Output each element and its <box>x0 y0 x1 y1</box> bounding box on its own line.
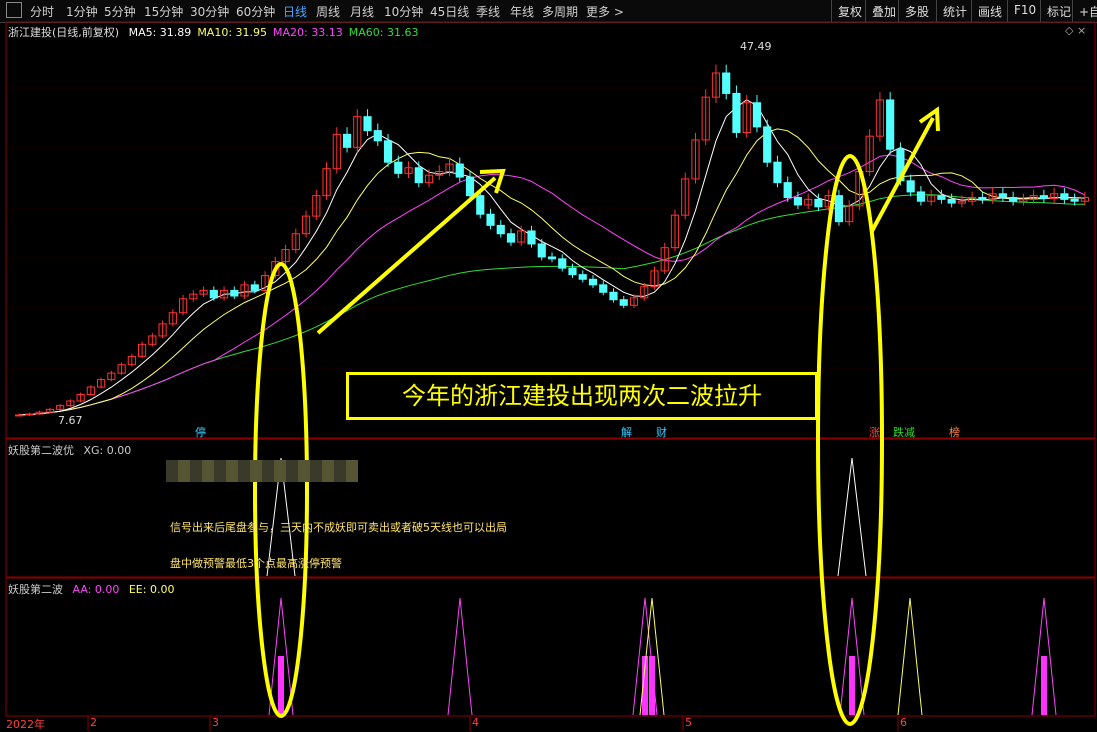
indicator1-xg: XG: 0.00 <box>83 444 132 457</box>
candle-body <box>886 99 895 150</box>
candle-body <box>599 284 608 293</box>
candle-body <box>558 258 567 269</box>
candle-body <box>15 414 24 417</box>
aa-signal <box>897 597 923 716</box>
candle-body <box>414 167 423 184</box>
indicator2-title[interactable]: 妖股第二波 <box>8 583 63 596</box>
event-marker[interactable]: 停 <box>195 424 206 440</box>
candle-body <box>609 291 618 301</box>
candle-body <box>230 289 239 297</box>
candle-body <box>342 133 352 148</box>
candle-body <box>783 182 792 199</box>
candle-body <box>537 243 546 258</box>
x-axis-year: 2022年 <box>6 718 45 731</box>
aa-bar <box>649 656 655 715</box>
candle-body <box>619 299 628 306</box>
x-axis-month: 6 <box>900 716 907 729</box>
indicator2-header: 妖股第二波 AA: 0.00 EE: 0.00 <box>8 581 174 597</box>
ma-legend: MA5: 31.89 MA10: 31.95 MA20: 33.13 MA60: 31… <box>129 26 425 39</box>
indicator2-panel-border <box>5 577 1096 717</box>
ma-legend-item: MA60: 31.63 <box>348 26 419 39</box>
indicator2-ee: EE: 0.00 <box>128 583 175 596</box>
blurred-watermark <box>166 460 358 482</box>
x-axis-month: 5 <box>685 716 692 729</box>
candle-body <box>1060 193 1069 200</box>
candle-body <box>588 278 598 286</box>
settings-icon[interactable]: ◇ × <box>1065 24 1086 37</box>
candle-body <box>394 161 403 174</box>
candle-body <box>455 163 464 178</box>
indicator1-title[interactable]: 妖股第二波优 <box>8 444 74 457</box>
candle-body <box>250 284 259 291</box>
x-axis-month: 4 <box>472 716 479 729</box>
candle-body <box>947 198 956 204</box>
kline-chart <box>5 21 1096 731</box>
aa-signal <box>447 597 473 716</box>
indicator2-aa: AA: 0.00 <box>72 583 120 596</box>
indicator1-note1: 信号出来后尾盘参与，三天内不成妖即可卖出或者破5天线也可以出局 <box>170 521 507 534</box>
x-axis-month: 2 <box>90 716 97 729</box>
highlight-ellipse-1 <box>253 262 309 718</box>
highlight-ellipse-2 <box>816 154 884 726</box>
candle-body <box>722 72 731 94</box>
main-legend: 浙江建投(日线,前复权) MA5: 31.89 MA10: 31.95 MA20: … <box>8 24 430 40</box>
event-marker[interactable]: 榜 <box>949 424 960 440</box>
xg-signal <box>837 457 867 577</box>
candle-body <box>496 224 505 235</box>
candle-body <box>209 289 218 299</box>
event-marker[interactable]: 财 <box>656 424 667 440</box>
aa-bar <box>278 656 284 715</box>
candle-body <box>1039 195 1048 199</box>
candle-body <box>1009 197 1018 202</box>
candle-body <box>373 130 382 142</box>
candle-body <box>506 233 516 243</box>
candle-body <box>916 191 926 202</box>
candle-body <box>547 256 557 260</box>
event-marker[interactable]: 跌减 <box>893 424 915 440</box>
candle-body <box>476 195 485 215</box>
stock-title: 浙江建投(日线,前复权) <box>8 26 120 39</box>
candle-body <box>363 116 372 132</box>
candle-body <box>978 197 987 200</box>
candle-body <box>732 92 741 133</box>
aa-bar <box>849 656 855 715</box>
high-price-label: 47.49 <box>740 40 772 53</box>
candle-body <box>527 230 536 245</box>
candle-body <box>578 274 587 280</box>
callout-box: 今年的浙江建投出现两次二波拉升 <box>346 372 818 420</box>
indicator1-header: 妖股第二波优 XG: 0.00 <box>8 442 131 458</box>
candle-body <box>568 267 577 276</box>
event-marker[interactable]: 涨 <box>869 424 880 440</box>
candle-body <box>998 193 1007 199</box>
aa-bar <box>1041 656 1047 715</box>
candle-body <box>834 195 844 223</box>
ma-legend-item: MA10: 31.95 <box>197 26 268 39</box>
ma-legend-item: MA20: 33.13 <box>273 26 343 39</box>
x-axis-month: 3 <box>212 716 219 729</box>
candle-body <box>465 176 475 197</box>
candle-body <box>814 198 823 208</box>
low-price-label: 7.67 <box>58 414 83 427</box>
candle-body <box>763 126 772 163</box>
candle-body <box>25 413 34 416</box>
arrow-2-shaft <box>870 117 935 232</box>
ma-legend-item: MA5: 31.89 <box>128 26 192 39</box>
candle-body <box>937 195 946 200</box>
candle-body <box>773 161 782 184</box>
candle-body <box>793 197 803 206</box>
candle-body <box>906 180 915 193</box>
arrow-1-shaft <box>316 176 497 335</box>
candle-body <box>752 102 762 128</box>
indicator1-note2: 盘中做预警最低3个点最高涨停预警 <box>170 557 342 570</box>
candle-body <box>383 140 393 163</box>
event-marker[interactable]: 解 <box>621 424 632 440</box>
candle-body <box>486 213 495 226</box>
indicator2-plot <box>268 597 1057 716</box>
candle-body <box>1070 198 1079 202</box>
